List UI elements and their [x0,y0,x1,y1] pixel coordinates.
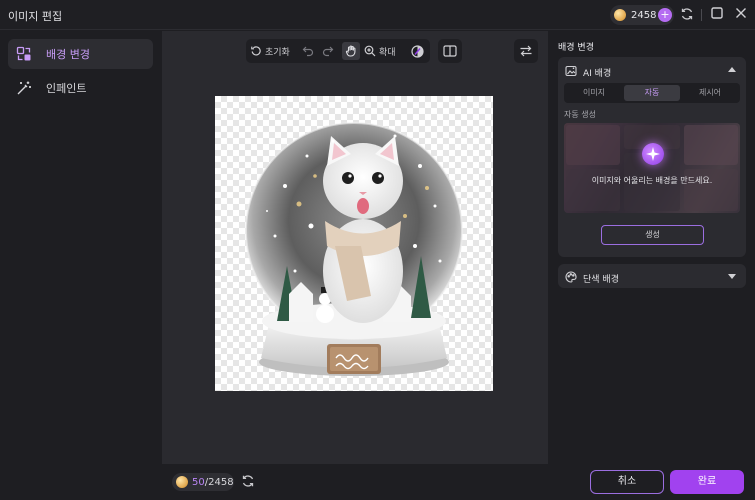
auto-generate-label: 자동 생성 [564,110,596,119]
background-change-icon [16,46,32,62]
tab-prompt[interactable]: 제시어 [682,85,738,101]
snow-globe-cat-image [245,122,463,376]
redo-icon [322,46,334,57]
refresh-credits-icon[interactable] [241,474,257,490]
split-view-button[interactable] [438,39,462,63]
canvas-area: 초기화 확대 [162,31,548,464]
zoom-label: 확대 [379,47,396,58]
cancel-button[interactable]: 취소 [590,470,664,494]
credit-usage: 50 /2458 [172,473,234,491]
tab-auto[interactable]: 자동 [624,85,680,101]
add-credits-button[interactable]: + [658,8,672,22]
compare-button[interactable] [408,42,426,60]
window-title: 이미지 편집 [8,10,63,23]
sidebar-item-inpaint[interactable]: 인페인트 [8,73,153,103]
credits-count: 2458 [631,9,657,21]
collapse-icon[interactable] [728,67,736,72]
compare-icon [410,44,424,58]
undo-button[interactable] [300,42,316,60]
generate-button[interactable]: 생성 [601,225,704,245]
edit-toolbar: 초기화 확대 [246,39,430,63]
palette-icon [565,271,577,286]
preview-description: 이미지와 어울리는 배경을 만드세요. [591,176,713,185]
preview-overlay [564,123,740,213]
undo-icon [302,46,314,57]
sidebar-item-label: 배경 변경 [46,48,90,61]
close-icon[interactable] [733,7,749,23]
tab-image[interactable]: 이미지 [566,85,622,101]
swap-button[interactable] [514,39,538,63]
credits-total: /2458 [204,476,234,488]
zoom-button[interactable]: 확대 [364,42,400,60]
ai-background-header[interactable]: AI 배경 [565,65,611,80]
mode-tabs: 이미지 자동 제시어 [564,83,740,103]
reset-icon [251,46,261,56]
settings-panel: 배경 변경 AI 배경 이미지 자동 제시어 자동 생성 이미지와 어울리는 배… [548,31,755,464]
solid-background-header: 단색 배경 [565,271,619,286]
sidebar: 배경 변경 인페인트 [0,31,162,500]
expand-icon[interactable] [728,274,736,279]
hand-icon [345,45,356,57]
ai-background-section: AI 배경 이미지 자동 제시어 자동 생성 이미지와 어울리는 배경을 만드세… [558,57,746,257]
solid-background-section[interactable]: 단색 배경 [558,264,746,288]
magic-wand-icon [16,80,32,96]
coin-icon [614,9,626,21]
coin-icon [176,476,188,488]
panel-title: 배경 변경 [558,43,594,53]
ai-background-label: AI 배경 [583,69,612,79]
solid-background-label: 단색 배경 [583,275,619,285]
edited-image [215,96,493,391]
reset-label: 초기화 [265,47,290,58]
done-button[interactable]: 완료 [670,470,744,494]
auto-background-preview: 이미지와 어울리는 배경을 만드세요. [564,123,740,213]
swap-icon [520,45,532,57]
sidebar-item-background-change[interactable]: 배경 변경 [8,39,153,69]
sparkle-icon [642,143,664,165]
credits-used: 50 [192,476,205,488]
zoom-in-icon [364,45,376,57]
sidebar-item-label: 인페인트 [46,82,87,95]
title-bar: 이미지 편집 2458 + [0,0,755,30]
split-view-icon [443,45,457,57]
refresh-icon[interactable] [679,7,695,23]
title-separator [701,9,702,21]
reset-button[interactable]: 초기화 [250,42,296,60]
bottom-bar: 50 /2458 취소 완료 [162,464,755,500]
ai-image-icon [565,65,577,80]
maximize-icon[interactable] [709,7,725,23]
redo-button[interactable] [320,42,336,60]
pan-hand-button[interactable] [342,42,360,60]
